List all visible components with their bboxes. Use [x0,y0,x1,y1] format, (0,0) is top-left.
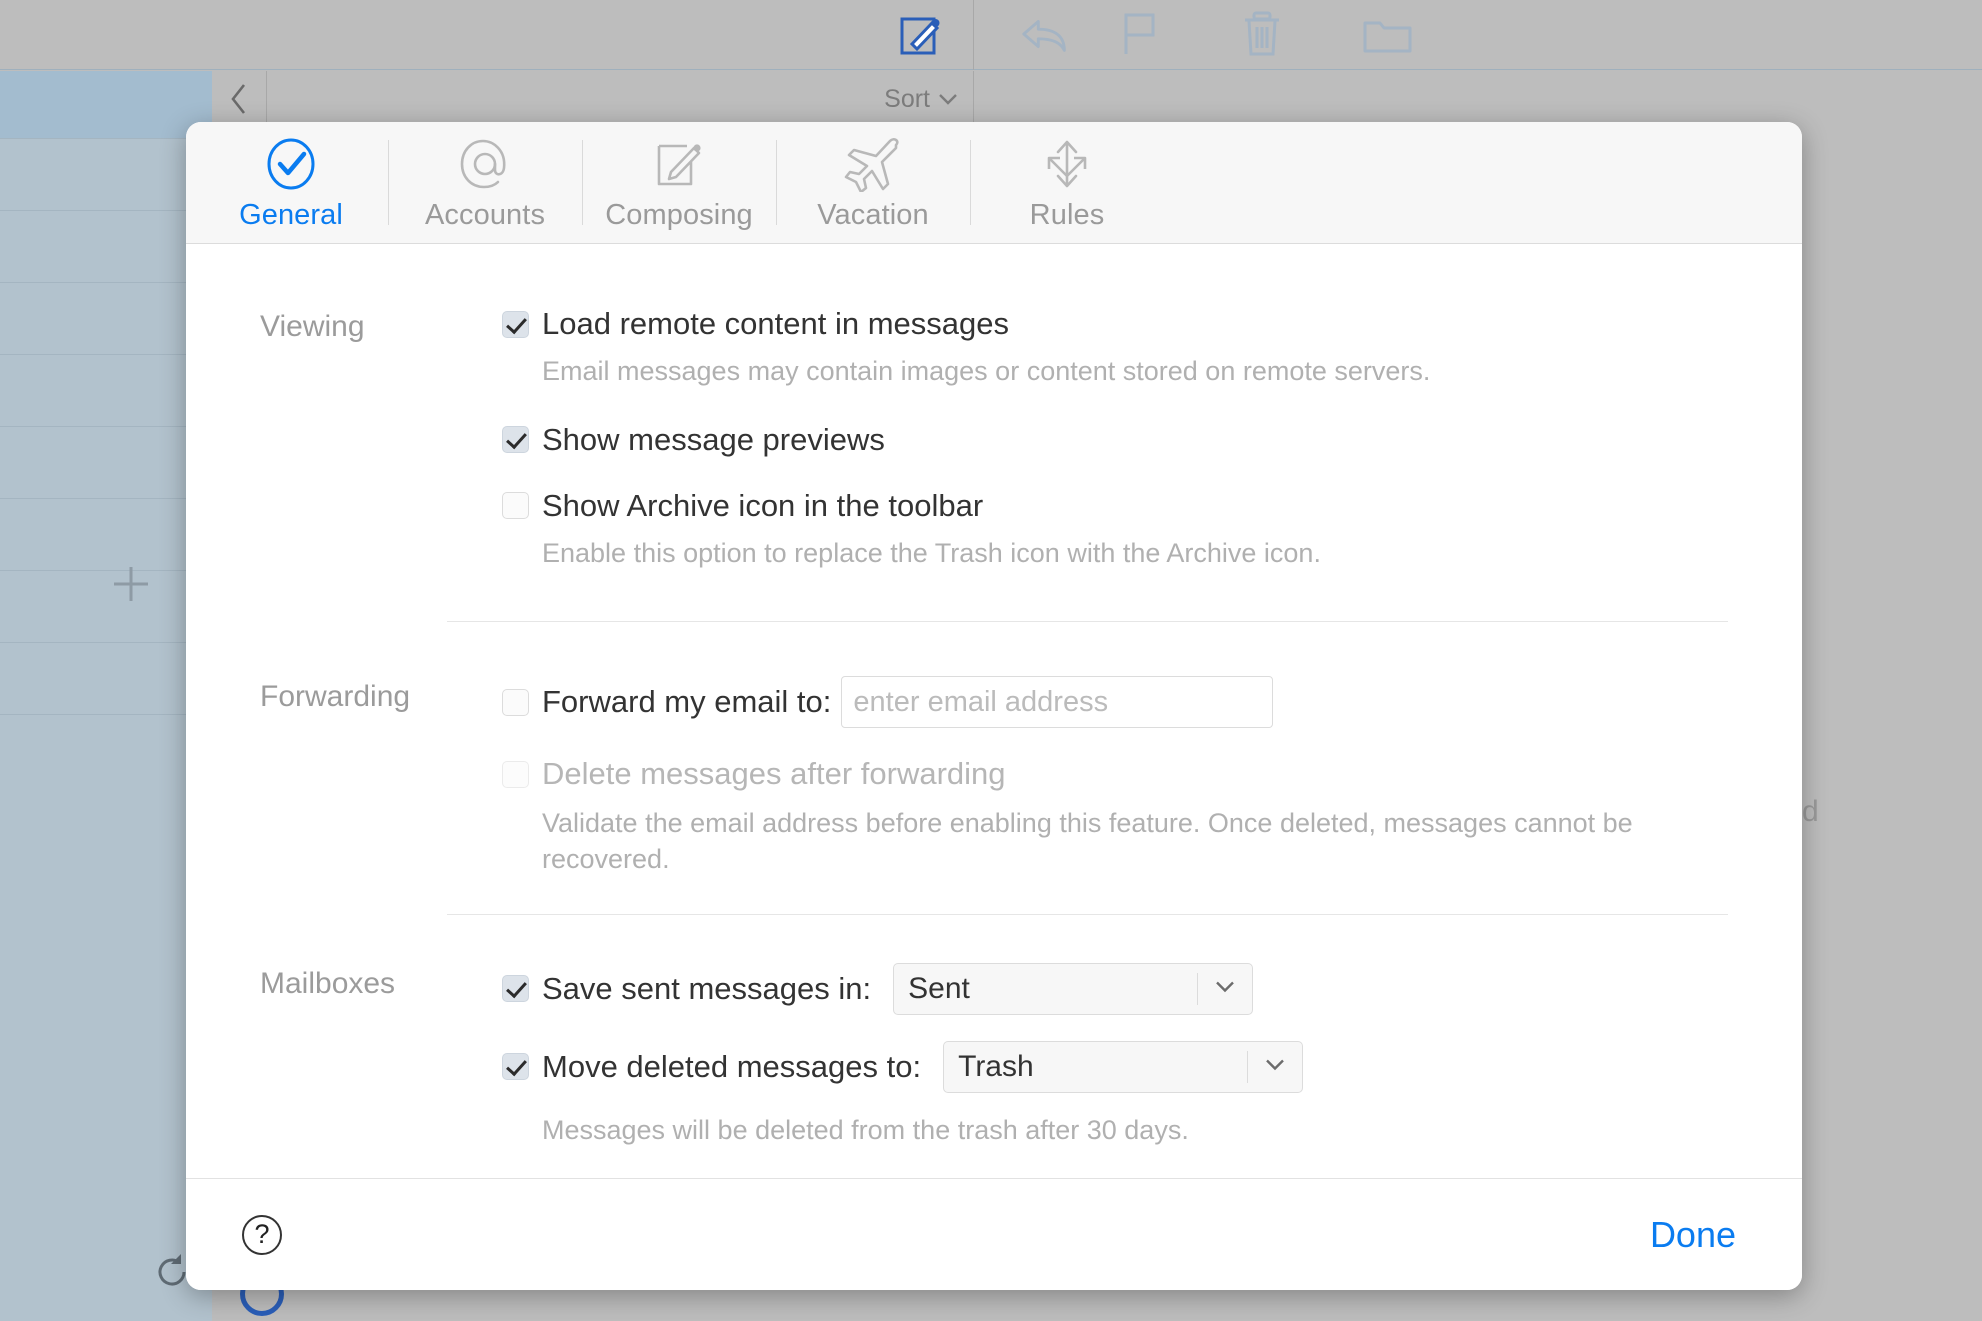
settings-dialog: General Accounts Composing Vacation Rule… [186,122,1802,1290]
tab-composing-label: Composing [605,199,753,231]
tab-accounts-label: Accounts [424,199,546,231]
list-item[interactable] [0,499,212,571]
tab-general-label: General [239,199,343,231]
load-remote-content-checkbox[interactable] [502,310,529,338]
option-load-remote-content[interactable]: Load remote content in messages [502,306,1738,342]
show-archive-icon-label: Show Archive icon in the toolbar [542,487,984,523]
section-forwarding: Forwarding Forward my email to: Delete m… [186,622,1802,877]
load-remote-content-hint: Email messages may contain images or con… [542,356,1431,386]
list-item[interactable] [0,71,212,139]
load-remote-content-label: Load remote content in messages [542,306,1009,341]
app-root: d Sort General Accounts Composing Vacati… [0,0,1982,1321]
show-archive-icon-hint: Enable this option to replace the Trash … [542,537,1321,568]
help-icon[interactable]: ? [242,1214,282,1255]
chevron-down-icon [939,94,957,105]
delete-after-forwarding-checkbox[interactable] [502,760,529,788]
deleted-mailbox-value: Trash [958,1049,1034,1083]
move-deleted-messages-label: Move deleted messages to: [542,1048,922,1084]
back-button[interactable] [212,71,267,127]
dropdown-divider [1247,1050,1249,1083]
tab-accounts[interactable]: Accounts [388,122,582,243]
list-item[interactable] [0,643,212,715]
done-button[interactable]: Done [1650,1214,1736,1256]
list-item[interactable] [0,427,212,499]
settings-body: Viewing Load remote content in messages … [186,244,1802,1178]
option-delete-after-forwarding[interactable]: Delete messages after forwarding [502,756,1738,792]
sort-button[interactable]: Sort [884,71,959,127]
chevron-down-icon [1214,979,1236,998]
compose-note-icon [651,133,707,195]
help-icon-label: ? [254,1219,270,1249]
tab-general[interactable]: General [194,122,388,243]
background-message-list [0,71,212,1321]
tab-vacation[interactable]: Vacation [776,122,970,243]
list-item[interactable] [0,355,212,427]
delete-after-forwarding-label: Delete messages after forwarding [542,756,1006,792]
background-obscured-text: d [1802,795,1819,828]
section-mailboxes-label: Mailboxes [260,966,396,1000]
section-forwarding-label: Forwarding [260,680,411,714]
at-sign-icon [457,133,513,195]
chevron-left-icon [231,84,246,114]
show-message-previews-checkbox[interactable] [502,426,529,454]
list-item[interactable] [0,283,212,355]
show-message-previews-label: Show message previews [542,421,885,457]
compose-icon[interactable] [892,8,948,60]
option-show-message-previews[interactable]: Show message previews [502,422,1738,458]
section-viewing-label: Viewing [260,310,365,343]
option-forward-my-email[interactable]: Forward my email to: [502,676,1738,729]
settings-tab-bar: General Accounts Composing Vacation Rule… [186,122,1802,244]
sort-label: Sort [884,84,930,113]
list-item[interactable] [0,571,212,643]
airplane-icon [842,133,904,195]
section-mailboxes: Mailboxes Save sent messages in: Sent Mo… [186,915,1802,1149]
background-list-header: Sort [212,71,974,127]
forward-my-email-checkbox[interactable] [502,688,529,716]
save-sent-messages-checkbox[interactable] [502,975,529,1002]
tab-composing[interactable]: Composing [582,122,776,243]
reply-icon [1018,8,1074,60]
dropdown-divider [1197,972,1199,1005]
tab-rules[interactable]: Rules [970,122,1164,243]
move-deleted-messages-checkbox[interactable] [502,1053,529,1080]
background-toolbar [0,0,1982,70]
sent-mailbox-value: Sent [908,971,970,1005]
option-save-sent-messages[interactable]: Save sent messages in: Sent [502,962,1738,1015]
forward-my-email-label: Forward my email to: [542,684,832,720]
trash-icon [1234,8,1290,60]
sent-mailbox-dropdown[interactable]: Sent [893,962,1254,1015]
save-sent-messages-label: Save sent messages in: [542,970,872,1006]
forward-email-input[interactable] [841,676,1274,729]
tab-vacation-label: Vacation [817,199,929,231]
deleted-mailbox-dropdown[interactable]: Trash [943,1040,1304,1093]
forwarding-hint: Validate the email address before enabli… [542,808,1633,874]
flag-icon [1110,8,1166,60]
tab-rules-label: Rules [1029,199,1105,231]
settings-footer: ? Done [186,1178,1802,1290]
folder-icon [1360,8,1416,60]
list-item[interactable] [0,211,212,283]
list-item[interactable] [0,139,212,211]
mailboxes-hint: Messages will be deleted from the trash … [542,1114,1189,1145]
show-archive-icon-checkbox[interactable] [502,492,529,520]
section-viewing: Viewing Load remote content in messages … [186,244,1802,571]
plus-icon[interactable] [112,565,150,603]
arrows-split-icon [1039,133,1095,195]
chevron-down-icon [1264,1057,1286,1076]
check-circle-icon [264,133,318,195]
option-move-deleted-messages[interactable]: Move deleted messages to: Trash [502,1040,1738,1093]
option-show-archive-icon[interactable]: Show Archive icon in the toolbar [502,488,1738,524]
